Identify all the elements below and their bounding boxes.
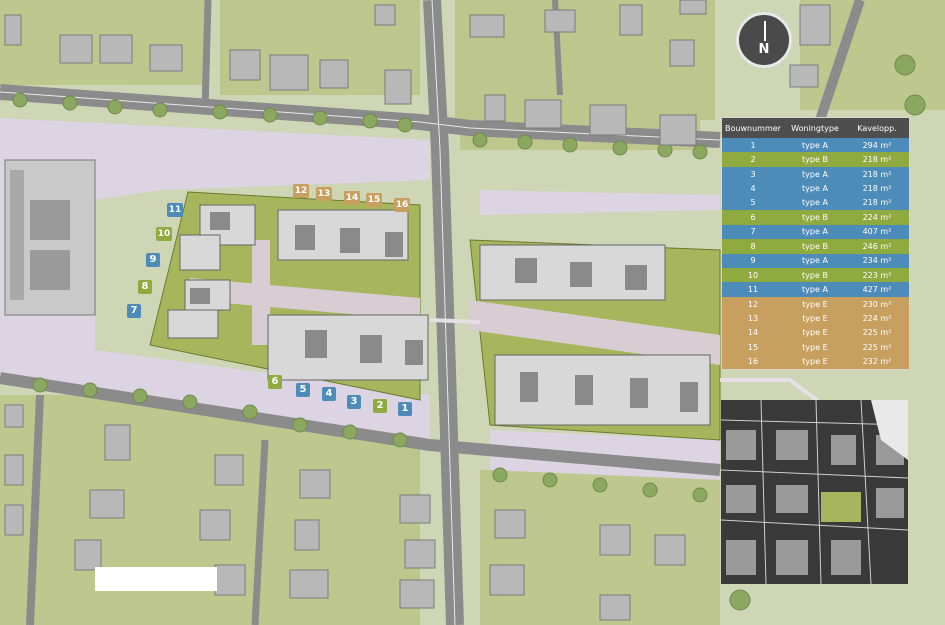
legend-bouwnummer: 4 [750, 184, 756, 194]
legend-row: 10 type B 223 m² [722, 267, 909, 283]
legend-bouwnummer: 5 [750, 198, 756, 208]
compass-needle [764, 21, 766, 41]
legend-woningtype: type A [802, 227, 828, 237]
plot-label-3: 3 [347, 395, 361, 409]
legend-header-row: Bouwnummer Woningtype Kavelopp. [722, 118, 909, 138]
legend-kavelopp: 224 m² [862, 212, 892, 222]
plot-label-12: 12 [293, 184, 309, 198]
legend-kavelopp: 224 m² [862, 313, 892, 323]
legend-woningtype: type B [802, 270, 828, 280]
legend-row: 12 type E 230 m² [722, 296, 909, 312]
legend-woningtype: type E [802, 342, 828, 352]
plot-label-1: 1 [398, 402, 412, 416]
legend-bouwnummer: 13 [747, 313, 759, 323]
legend-woningtype: type E [802, 299, 828, 309]
development-east-block [469, 239, 721, 441]
legend-woningtype: type E [802, 328, 828, 338]
north-arrow-icon: N [736, 12, 792, 68]
legend-woningtype: type B [802, 212, 828, 222]
legend-kavelopp: 246 m² [862, 241, 892, 251]
plot-label-16: 16 [394, 198, 410, 212]
legend-row: 2 type B 218 m² [722, 152, 909, 167]
plot-label-5: 5 [296, 383, 310, 397]
legend-bouwnummer: 9 [750, 256, 756, 266]
plot-label-2: 2 [373, 399, 387, 413]
legend-bouwnummer: 8 [750, 241, 756, 251]
legend-kavelopp: 225 m² [862, 342, 892, 352]
plot-label-11: 11 [167, 203, 183, 217]
legend-header-kavelopp: Kavelopp. [857, 123, 897, 133]
legend-kavelopp: 225 m² [862, 328, 892, 338]
legend-woningtype: type A [802, 184, 828, 194]
legend-kavelopp: 230 m² [862, 299, 892, 309]
blank-label-box [95, 567, 217, 591]
legend-kavelopp: 218 m² [862, 198, 892, 208]
legend-row: 1 type A 294 m² [722, 138, 909, 153]
legend-row: 9 type A 234 m² [722, 253, 909, 268]
legend-bouwnummer: 11 [747, 285, 759, 295]
location-inset-map [721, 400, 908, 584]
legend-row: 16 type E 232 m² [722, 354, 909, 369]
legend-woningtype: type A [802, 140, 828, 150]
legend-woningtype: type E [802, 357, 828, 367]
legend-bouwnummer: 15 [747, 342, 759, 352]
legend-row: 14 type E 225 m² [722, 325, 909, 341]
apartment-block [4, 159, 96, 316]
legend-kavelopp: 232 m² [862, 357, 892, 367]
legend-kavelopp: 218 m² [862, 155, 892, 165]
legend-row: 13 type E 224 m² [722, 311, 909, 326]
legend-woningtype: type B [802, 155, 828, 165]
legend-bouwnummer: 7 [750, 227, 756, 237]
legend-kavelopp: 427 m² [862, 285, 892, 295]
legend-row: 7 type A 407 m² [722, 224, 909, 240]
legend-row: 6 type B 224 m² [722, 210, 909, 225]
legend-woningtype: type A [802, 198, 828, 208]
legend-bouwnummer: 2 [750, 155, 756, 165]
legend-woningtype: type B [802, 241, 828, 251]
legend-header-bouwnummer: Bouwnummer [725, 123, 781, 133]
legend-row: 8 type B 246 m² [722, 239, 909, 254]
legend-bouwnummer: 1 [750, 140, 756, 150]
legend-row: 15 type E 225 m² [722, 340, 909, 355]
plot-label-7: 7 [127, 304, 141, 318]
plot-label-6: 6 [268, 375, 282, 389]
legend-table: Bouwnummer Woningtype Kavelopp. 1 type A 2… [721, 117, 910, 370]
legend-woningtype: type A [802, 169, 828, 179]
legend-bouwnummer: 6 [750, 212, 756, 222]
legend-kavelopp: 294 m² [862, 140, 892, 150]
legend-bouwnummer: 14 [747, 328, 759, 338]
plot-label-9: 9 [146, 253, 160, 267]
legend-woningtype: type E [802, 313, 828, 323]
legend-bouwnummer: 16 [747, 357, 759, 367]
legend-kavelopp: 407 m² [862, 227, 892, 237]
legend-kavelopp: 223 m² [862, 270, 892, 280]
plot-label-14: 14 [344, 191, 360, 205]
legend-woningtype: type A [802, 285, 828, 295]
legend-header-woningtype: Woningtype [791, 123, 839, 133]
legend-row: 11 type A 427 m² [722, 282, 909, 297]
inset-map-drawing [721, 400, 908, 584]
legend-bouwnummer: 12 [747, 299, 759, 309]
legend-row: 4 type A 218 m² [722, 181, 909, 196]
legend-bouwnummer: 10 [747, 270, 759, 280]
legend-row: 5 type A 218 m² [722, 195, 909, 211]
legend-kavelopp: 234 m² [862, 256, 892, 266]
legend-bouwnummer: 3 [750, 169, 756, 179]
legend-row: 3 type A 218 m² [722, 166, 909, 182]
legend-rows: 1 type A 294 m² 2 type B 218 m² 3 type A 218 m² 4… [722, 138, 909, 369]
legend-kavelopp: 218 m² [862, 184, 892, 194]
plot-label-15: 15 [366, 193, 382, 207]
legend-kavelopp: 218 m² [862, 169, 892, 179]
plot-label-10: 10 [156, 227, 172, 241]
plot-label-8: 8 [138, 280, 152, 294]
legend-woningtype: type A [802, 256, 828, 266]
plot-label-13: 13 [316, 187, 332, 201]
compass-letter: N [758, 42, 770, 57]
plot-label-4: 4 [322, 387, 336, 401]
